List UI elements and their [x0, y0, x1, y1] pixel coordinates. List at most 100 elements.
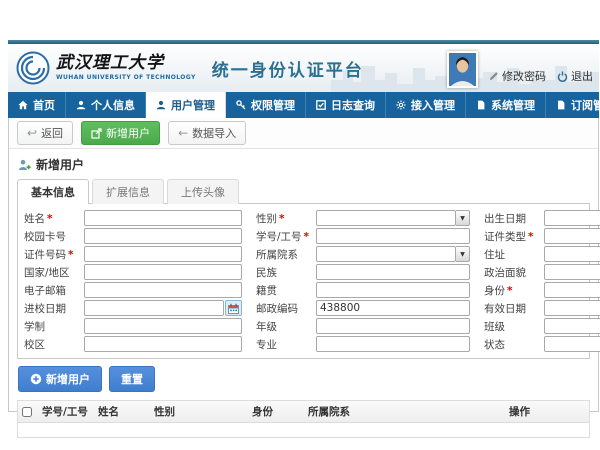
id-number-input[interactable]: [84, 246, 242, 262]
gender-input[interactable]: [316, 210, 456, 226]
entry-date-input[interactable]: [84, 300, 224, 316]
field-student-id: 学号/工号*: [256, 228, 470, 244]
add-user-toolbar-button[interactable]: 新增用户: [81, 121, 160, 145]
col-department: 所属院系: [304, 401, 505, 422]
field-id-type: 证件类型*: [484, 228, 600, 244]
document-icon: [476, 100, 486, 110]
nav-item-system-management[interactable]: 系统管理: [466, 92, 546, 118]
reset-button[interactable]: 重置: [109, 366, 155, 392]
nav-label: 日志查询: [331, 97, 375, 113]
nav-item-permission-management[interactable]: 权限管理: [226, 92, 306, 118]
id-type-input[interactable]: [544, 228, 600, 244]
avatar-photo: [449, 53, 476, 86]
university-name: 武汉理工大学: [56, 55, 196, 72]
nav-item-log-query[interactable]: 日志查询: [306, 92, 386, 118]
campus-input[interactable]: [84, 336, 242, 352]
campus-card-no-input[interactable]: [84, 228, 242, 244]
class-input[interactable]: [544, 318, 600, 334]
status-input[interactable]: [544, 336, 600, 352]
valid-date-label: 有效日期: [484, 301, 544, 316]
nav-item-subscription-management[interactable]: 订阅管理: [546, 92, 600, 118]
tab-extended-info[interactable]: 扩展信息: [92, 179, 164, 204]
home-icon: [18, 100, 28, 110]
field-gender: 性别*▼: [256, 210, 470, 226]
grade-control: [316, 318, 470, 334]
major-label: 专业: [256, 337, 316, 352]
grade-input[interactable]: [316, 318, 470, 334]
required-mark: *: [304, 231, 310, 243]
ethnicity-input[interactable]: [316, 264, 470, 280]
select-all-checkbox[interactable]: [22, 407, 32, 417]
valid-date-input[interactable]: [544, 300, 600, 316]
political-status-input[interactable]: [544, 264, 600, 280]
dropdown-arrow-icon[interactable]: ▼: [456, 210, 470, 226]
nav-label: 首页: [33, 97, 55, 113]
document-icon: [556, 100, 566, 110]
table-empty-row: [17, 423, 590, 438]
nav-item-personal-info[interactable]: 个人信息: [66, 92, 146, 118]
plus-circle-icon: [30, 373, 42, 385]
required-mark: *: [279, 213, 285, 225]
field-entry-date: 进校日期: [24, 300, 242, 316]
id-number-label: 证件号码*: [24, 247, 84, 262]
submit-add-user-button[interactable]: 新增用户: [18, 366, 102, 392]
logout-link[interactable]: 退出: [557, 68, 593, 88]
country-region-input[interactable]: [84, 264, 242, 280]
postal-code-input[interactable]: [316, 300, 470, 316]
political-status-control: [544, 264, 600, 280]
col-name: 姓名: [94, 401, 150, 422]
logout-label: 退出: [571, 68, 593, 84]
data-import-label: 数据导入: [192, 125, 236, 141]
status-control: [544, 336, 600, 352]
tab-upload-avatar[interactable]: 上传头像: [167, 179, 239, 204]
id-type-label: 证件类型*: [484, 229, 544, 244]
major-control: [316, 336, 470, 352]
name-input[interactable]: [84, 210, 242, 226]
class-control: [544, 318, 600, 334]
valid-date-control: [544, 300, 600, 316]
status-label: 状态: [484, 337, 544, 352]
entry-date-control: [84, 300, 242, 316]
tab-basic-info[interactable]: 基本信息: [17, 179, 89, 204]
back-button[interactable]: ↩ 返回: [17, 121, 73, 145]
nav-item-access-management[interactable]: 接入管理: [386, 92, 466, 118]
schooling-length-input[interactable]: [84, 318, 242, 334]
student-id-label: 学号/工号*: [256, 229, 316, 244]
schooling-length-control: [84, 318, 242, 334]
section-title-label: 新增用户: [36, 156, 84, 173]
birth-date-input[interactable]: [544, 210, 600, 226]
content-area: ↩ 返回 新增用户 ← 数据导入 新增用户 基本信息 扩展信息 上传头像 姓名*…: [8, 118, 599, 412]
nav-item-home[interactable]: 首页: [8, 92, 66, 118]
field-ethnicity: 民族: [256, 264, 470, 280]
student-id-input[interactable]: [316, 228, 470, 244]
col-student-id: 学号/工号: [38, 401, 94, 422]
field-campus: 校区: [24, 336, 242, 352]
university-name-en: WUHAN UNIVERSITY OF TECHNOLOGY: [56, 74, 196, 81]
main-nav: 首页 个人信息 用户管理 权限管理 日志查询 接入管理 系统管理 订阅管理: [8, 92, 599, 118]
gender-control: ▼: [316, 210, 470, 226]
app-window: 武汉理工大学 WUHAN UNIVERSITY OF TECHNOLOGY 统一…: [8, 40, 599, 412]
change-password-link[interactable]: 修改密码: [489, 68, 546, 88]
field-campus-card-no: 校园卡号: [24, 228, 242, 244]
dropdown-arrow-icon[interactable]: ▼: [456, 246, 470, 262]
data-import-button[interactable]: ← 数据导入: [168, 121, 246, 145]
address-input[interactable]: [544, 246, 600, 262]
checklist-icon: [316, 100, 326, 110]
department-input[interactable]: [316, 246, 456, 262]
class-label: 班级: [484, 319, 544, 334]
table-header-row: 学号/工号 姓名 性别 身份 所属院系 操作: [17, 400, 590, 423]
profile-icon: [76, 100, 86, 110]
university-brand: 武汉理工大学 WUHAN UNIVERSITY OF TECHNOLOGY: [56, 55, 196, 81]
email-control: [84, 282, 242, 298]
native-place-input[interactable]: [316, 282, 470, 298]
users-icon: [156, 100, 166, 110]
major-input[interactable]: [316, 336, 470, 352]
email-input[interactable]: [84, 282, 242, 298]
identity-label: 身份*: [484, 283, 544, 298]
field-class: 班级: [484, 318, 600, 334]
calendar-icon[interactable]: [225, 300, 242, 316]
nav-item-user-management[interactable]: 用户管理: [146, 92, 226, 118]
identity-input[interactable]: [544, 282, 600, 298]
avatar[interactable]: [447, 51, 478, 88]
id-type-control: [544, 228, 600, 244]
